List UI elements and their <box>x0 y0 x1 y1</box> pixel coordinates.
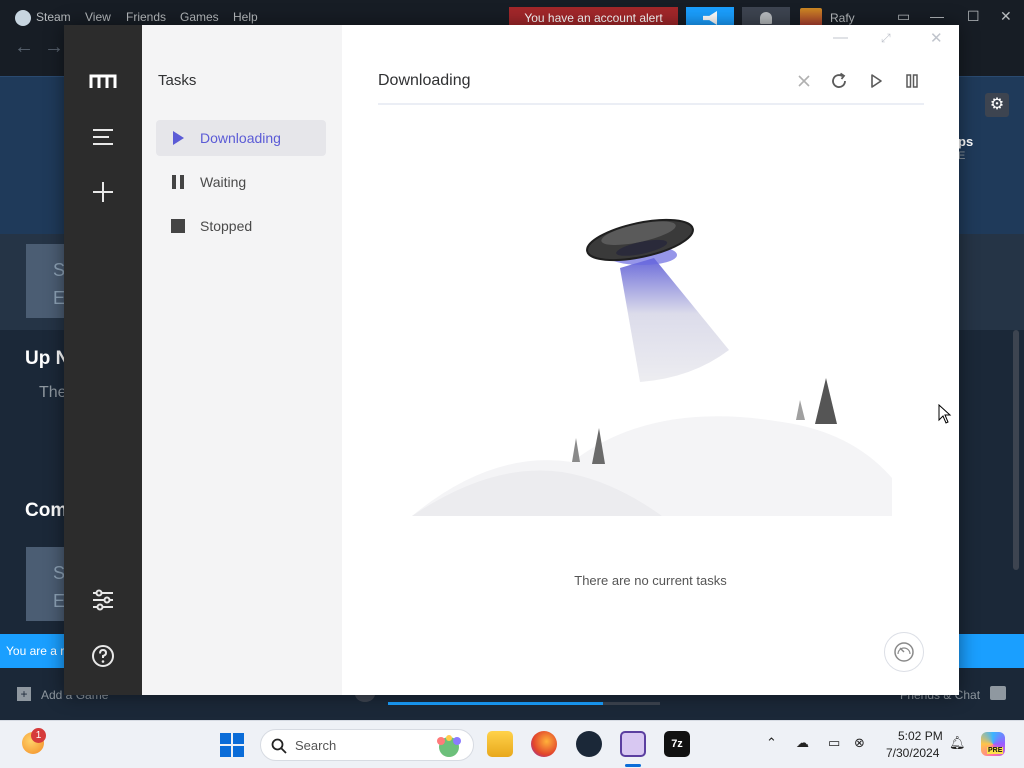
menu-icon[interactable] <box>88 122 118 152</box>
subnav-item-waiting[interactable]: Waiting <box>156 164 326 200</box>
big-picture-icon[interactable]: ▭ <box>897 8 910 25</box>
page-title: Downloading <box>378 72 471 89</box>
pause-icon <box>906 74 918 88</box>
start-button[interactable] <box>220 733 244 757</box>
firefox-icon[interactable] <box>531 731 557 757</box>
subnav-item-label: Waiting <box>200 174 247 190</box>
add-task-icon[interactable] <box>88 177 118 207</box>
search-icon <box>271 738 287 754</box>
game-thumbnail[interactable]: S E <box>26 547 66 621</box>
speedometer-button[interactable] <box>884 632 924 672</box>
upnext-title: Up N <box>25 348 70 369</box>
refresh-icon <box>832 72 846 88</box>
motrix-window: Tasks Downloading Waiting Stopped — ⤢ ✕ … <box>64 25 959 695</box>
close-icon <box>798 75 810 87</box>
task-subnav: Tasks Downloading Waiting Stopped <box>142 25 342 695</box>
tractor-beam <box>620 258 729 382</box>
apps-label: ps <box>958 134 974 149</box>
logo-icon <box>88 67 118 97</box>
file-explorer-icon[interactable] <box>487 731 513 757</box>
subnav-item-stopped[interactable]: Stopped <box>156 208 326 244</box>
game-thumbnail[interactable]: S E <box>26 244 66 318</box>
cloud-offline-icon[interactable]: ☁ <box>796 735 809 751</box>
apps-sublabel: E <box>958 150 966 162</box>
close-icon[interactable]: ✕ <box>930 29 943 47</box>
settings-sliders-icon[interactable] <box>88 585 118 615</box>
megaphone-icon <box>703 11 717 25</box>
copilot-badge: PRE <box>987 747 1004 754</box>
close-icon[interactable]: ✕ <box>1000 8 1012 25</box>
tree-icon <box>815 378 837 424</box>
plus-icon[interactable]: + <box>17 687 31 701</box>
clock-date[interactable]: 7/30/2024 <box>886 746 939 760</box>
taskbar: 1 Search 7z ⌃ ☁ ▭ ⊗ 5:02 PM 7/30/2024 🔔︎… <box>0 720 1024 768</box>
community-title: Com <box>25 500 68 521</box>
chevron-up-icon[interactable]: ⌃ <box>766 735 777 751</box>
upnext-description: The <box>39 384 67 401</box>
display-icon[interactable]: ▭ <box>828 735 840 751</box>
forward-arrow-icon[interactable]: → <box>44 36 64 59</box>
play-icon <box>173 131 184 145</box>
subnav-item-downloading[interactable]: Downloading <box>156 120 326 156</box>
username[interactable]: Rafy <box>830 11 855 25</box>
steam-logo-icon[interactable] <box>15 10 31 26</box>
steam-menu-games[interactable]: Games <box>180 10 219 24</box>
subnav-item-label: Stopped <box>200 218 253 234</box>
tree-icon <box>572 438 580 462</box>
help-icon[interactable] <box>88 641 118 671</box>
search-placeholder: Search <box>295 738 337 753</box>
stop-icon <box>171 219 185 233</box>
7zip-icon[interactable]: 7z <box>664 731 690 757</box>
bell-icon <box>760 12 772 24</box>
empty-state-text: There are no current tasks <box>574 573 727 588</box>
delete-tasks-button[interactable] <box>792 69 816 93</box>
app-sidebar <box>64 25 142 695</box>
subnav-title: Tasks <box>158 72 197 89</box>
search-highlight-icon <box>437 735 461 757</box>
back-arrow-icon[interactable]: ← <box>14 36 34 59</box>
motrix-taskbar-icon[interactable] <box>620 731 646 757</box>
refresh-button[interactable] <box>827 69 851 93</box>
maximize-icon[interactable]: ⤢ <box>881 31 891 46</box>
steam-icon[interactable] <box>576 731 602 757</box>
minimize-icon[interactable]: — <box>833 29 848 46</box>
ufo-illustration <box>412 218 892 516</box>
pause-all-button[interactable] <box>900 69 924 93</box>
steam-menu-view[interactable]: View <box>85 10 111 24</box>
mouse-cursor-icon <box>938 404 952 424</box>
notification-badge: 1 <box>31 728 46 743</box>
scrollbar[interactable] <box>1013 330 1019 570</box>
steam-menu-friends[interactable]: Friends <box>126 10 166 24</box>
friends-icon[interactable] <box>990 686 1006 700</box>
bell-icon[interactable]: 🔔︎ <box>949 735 966 751</box>
steam-menu-steam[interactable]: Steam <box>36 10 71 24</box>
minimize-icon[interactable]: — <box>930 8 944 24</box>
tree-icon <box>796 400 805 420</box>
resume-all-button[interactable] <box>864 69 888 93</box>
gear-icon[interactable]: ⚙ <box>985 93 1009 117</box>
pause-icon <box>172 175 184 189</box>
download-progress-fill <box>388 702 603 705</box>
subnav-item-label: Downloading <box>200 130 281 146</box>
active-app-indicator <box>625 764 641 767</box>
search-input[interactable]: Search <box>260 729 474 761</box>
clock-time[interactable]: 5:02 PM <box>898 729 943 743</box>
task-main-panel: — ⤢ ✕ Downloading There are no current t… <box>342 25 959 695</box>
network-icon[interactable]: ⊗ <box>854 735 865 751</box>
divider <box>378 103 924 105</box>
steam-menu-help[interactable]: Help <box>233 10 258 24</box>
speedometer-icon <box>894 642 914 662</box>
play-icon <box>871 74 882 88</box>
maximize-icon[interactable]: ☐ <box>967 8 980 25</box>
